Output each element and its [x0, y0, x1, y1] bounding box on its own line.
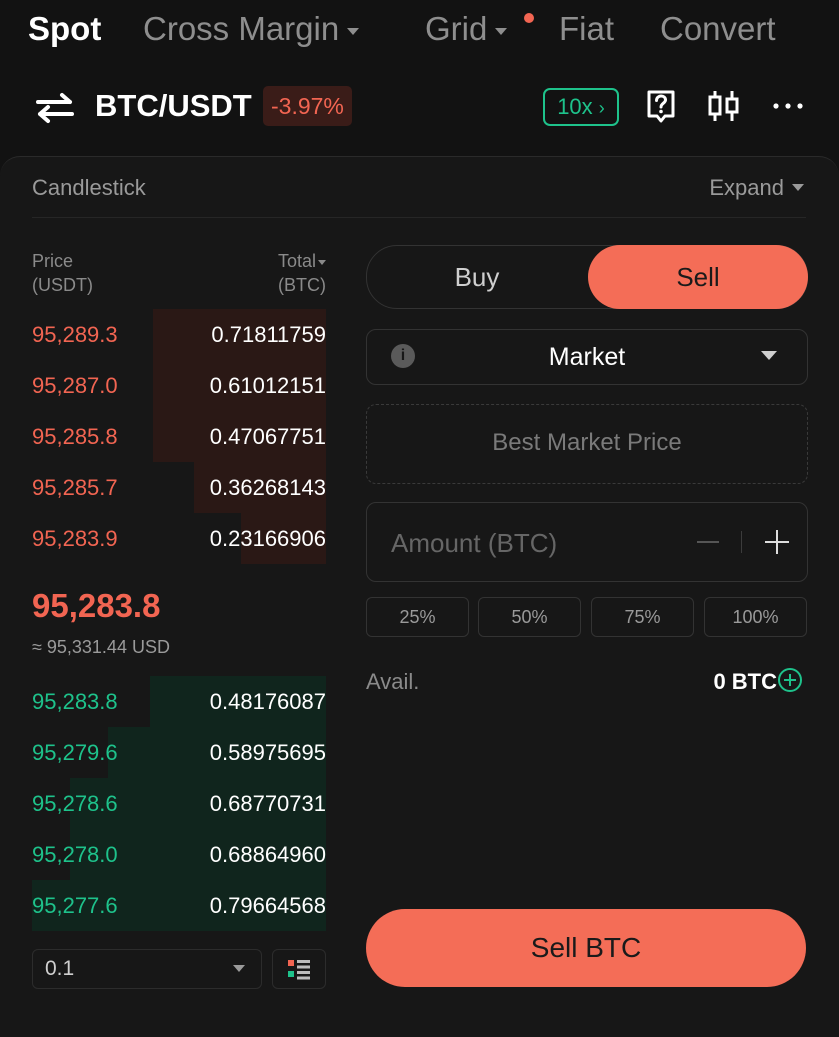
- chevron-down-icon: [495, 27, 508, 35]
- total-column-header[interactable]: Total (BTC): [278, 249, 326, 297]
- price-column-header: Price (USDT): [32, 249, 93, 297]
- bid-total: 0.79664568: [209, 893, 326, 918]
- ask-total: 0.36268143: [209, 475, 326, 500]
- precision-value: 0.1: [45, 957, 75, 980]
- ask-row[interactable]: 95,285.8 0.47067751: [32, 411, 326, 462]
- ask-row[interactable]: 95,289.3 0.71811759: [32, 309, 326, 360]
- tab-fiat[interactable]: Fiat: [559, 10, 614, 48]
- pair-header: BTC/USDT -3.97% 10x ›: [0, 78, 839, 138]
- orderbook-layout-icon: [288, 960, 310, 980]
- chart-label: Candlestick: [32, 175, 146, 200]
- sell-tab[interactable]: Sell: [588, 245, 808, 309]
- bid-price: 95,278.6: [32, 791, 118, 816]
- ask-price: 95,285.8: [32, 424, 118, 449]
- bid-total: 0.68770731: [209, 791, 326, 816]
- percent-100-button[interactable]: 100%: [704, 597, 807, 637]
- orderbook-header: Price (USDT) Total (BTC): [32, 249, 326, 299]
- ask-row[interactable]: 95,285.7 0.36268143: [32, 462, 326, 513]
- orderbook-layout-button[interactable]: [272, 949, 326, 989]
- ask-total: 0.71811759: [211, 322, 326, 347]
- bid-total: 0.48176087: [209, 689, 326, 714]
- caret-down-icon: [318, 259, 326, 265]
- tab-fiat-label: Fiat: [559, 10, 615, 47]
- bid-price: 95,278.0: [32, 842, 118, 867]
- precision-select[interactable]: 0.1: [32, 949, 262, 989]
- price-placeholder: Best Market Price: [492, 429, 682, 456]
- ask-row[interactable]: 95,283.9 0.23166906: [32, 513, 326, 564]
- bid-total: 0.58975695: [209, 740, 326, 765]
- tab-grid[interactable]: Grid: [425, 10, 508, 48]
- bid-row[interactable]: 95,277.6 0.79664568: [32, 880, 326, 931]
- tab-cross-margin[interactable]: Cross Margin: [143, 10, 360, 48]
- percent-50-button[interactable]: 50%: [478, 597, 581, 637]
- order-type-select[interactable]: i Market: [366, 329, 808, 385]
- price-header-unit: (USDT): [32, 275, 93, 295]
- percent-75-button[interactable]: 75%: [591, 597, 694, 637]
- chevron-right-icon: ›: [598, 98, 605, 118]
- last-price[interactable]: 95,283.8: [32, 587, 160, 625]
- more-icon[interactable]: [770, 88, 806, 124]
- last-price-usd: ≈ 95,331.44 USD: [32, 637, 170, 657]
- available-label: Avail.: [366, 669, 420, 694]
- sell-btc-button[interactable]: Sell BTC: [366, 909, 806, 987]
- tab-cross-margin-label: Cross Margin: [143, 10, 340, 47]
- ask-total: 0.61012151: [209, 373, 326, 398]
- amount-field: [366, 502, 808, 582]
- price-header-label: Price: [32, 251, 74, 271]
- top-nav: Spot Cross Margin Grid Fiat Convert: [0, 0, 839, 64]
- bid-row[interactable]: 95,279.6 0.58975695: [32, 727, 326, 778]
- percent-selector: 25% 50% 75% 100%: [366, 597, 808, 637]
- caret-down-icon: [233, 965, 245, 972]
- total-header-label: Total: [277, 251, 316, 271]
- expand-button[interactable]: Expand: [709, 175, 784, 201]
- ask-total: 0.23166906: [209, 526, 326, 551]
- available-balance: 0 BTC: [713, 669, 777, 694]
- bid-total: 0.68864960: [209, 842, 326, 867]
- price-change-badge: -3.97%: [263, 86, 352, 126]
- ask-price: 95,289.3: [32, 322, 118, 347]
- ask-price: 95,283.9: [32, 526, 118, 551]
- tab-convert-label: Convert: [660, 10, 776, 47]
- order-type-value: Market: [548, 343, 626, 371]
- total-header-unit: (BTC): [278, 275, 326, 295]
- tab-grid-label: Grid: [425, 10, 488, 47]
- trade-panel: Candlestick Expand Price (USDT) Total (B…: [0, 156, 839, 1037]
- tab-convert[interactable]: Convert: [660, 10, 776, 48]
- minus-icon: [697, 541, 719, 543]
- bid-row[interactable]: 95,278.6 0.68770731: [32, 778, 326, 829]
- buy-tab[interactable]: Buy: [367, 246, 587, 308]
- tab-spot[interactable]: Spot: [28, 10, 101, 48]
- bid-list: 95,283.8 0.48176087 95,279.6 0.58975695 …: [32, 676, 326, 931]
- bid-row[interactable]: 95,278.0 0.68864960: [32, 829, 326, 880]
- candlestick-chart-icon[interactable]: [706, 88, 742, 124]
- chevron-down-icon: [347, 27, 360, 35]
- notification-dot: [524, 13, 534, 23]
- chart-toggle-bar[interactable]: Candlestick Expand: [32, 175, 806, 218]
- bid-price: 95,277.6: [32, 893, 118, 918]
- help-icon[interactable]: [643, 88, 679, 124]
- price-field: Best Market Price: [366, 404, 808, 484]
- bid-price: 95,279.6: [32, 740, 118, 765]
- caret-down-icon: [761, 351, 777, 360]
- tab-spot-label: Spot: [28, 10, 102, 47]
- amount-input[interactable]: [389, 523, 673, 563]
- ask-row[interactable]: 95,287.0 0.61012151: [32, 360, 326, 411]
- bid-row[interactable]: 95,283.8 0.48176087: [32, 676, 326, 727]
- deposit-plus-icon[interactable]: [778, 668, 802, 692]
- leverage-label: 10x: [557, 94, 593, 119]
- ask-price: 95,285.7: [32, 475, 118, 500]
- divider: [741, 531, 742, 553]
- bid-price: 95,283.8: [32, 689, 118, 714]
- ask-price: 95,287.0: [32, 373, 118, 398]
- chevron-down-icon: [792, 184, 804, 191]
- ask-total: 0.47067751: [209, 424, 326, 449]
- plus-icon: [776, 530, 778, 554]
- buy-sell-toggle: Buy Sell: [366, 245, 808, 309]
- swap-icon[interactable]: [36, 92, 74, 124]
- leverage-button[interactable]: 10x ›: [543, 88, 619, 126]
- pair-name[interactable]: BTC/USDT: [95, 88, 252, 124]
- ask-list: 95,289.3 0.71811759 95,287.0 0.61012151 …: [32, 309, 326, 564]
- percent-25-button[interactable]: 25%: [366, 597, 469, 637]
